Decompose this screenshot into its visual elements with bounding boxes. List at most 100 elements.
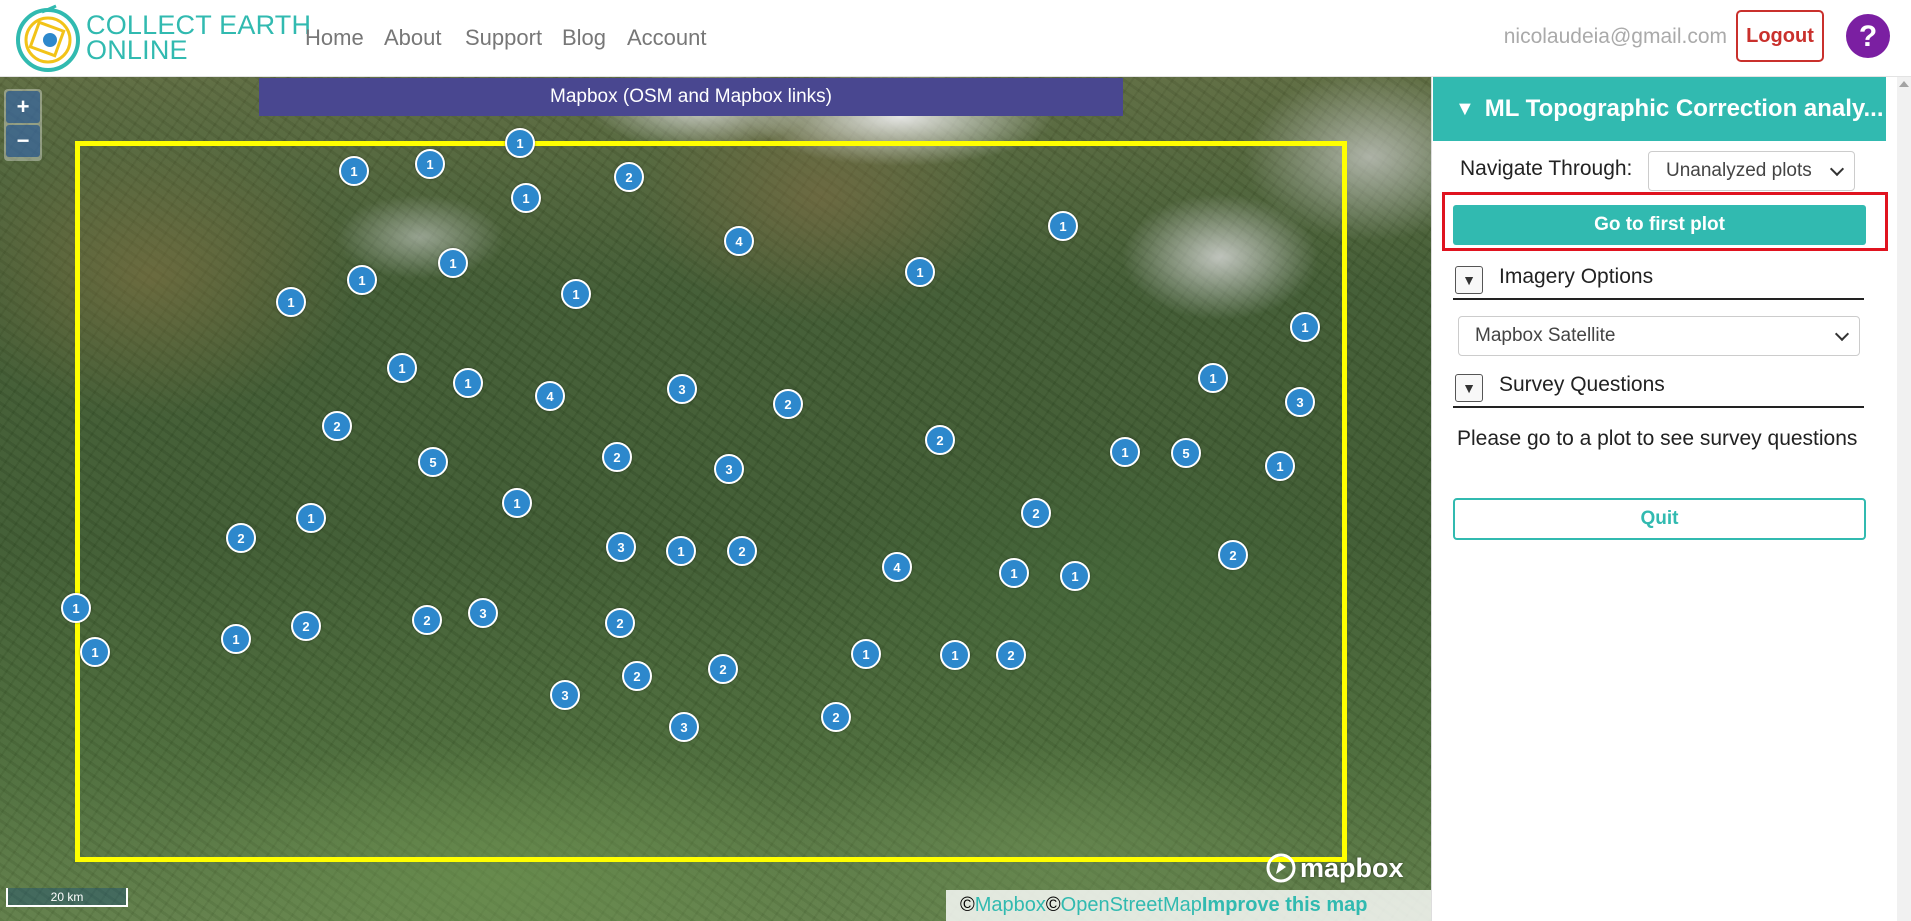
svg-text:?: ? bbox=[1859, 20, 1877, 53]
plot-cluster[interactable]: 2 bbox=[226, 523, 256, 553]
quit-button[interactable]: Quit bbox=[1453, 498, 1866, 540]
scroll-up-arrow-icon[interactable] bbox=[1899, 81, 1909, 87]
plot-cluster[interactable]: 1 bbox=[387, 353, 417, 383]
plot-cluster[interactable]: 1 bbox=[296, 503, 326, 533]
plot-cluster[interactable]: 1 bbox=[851, 639, 881, 669]
plot-cluster[interactable]: 1 bbox=[999, 558, 1029, 588]
plot-cluster[interactable]: 1 bbox=[940, 640, 970, 670]
brand-name[interactable]: COLLECT EARTH ONLINE bbox=[86, 12, 311, 64]
plot-cluster[interactable]: 1 bbox=[415, 149, 445, 179]
question-mark-icon[interactable]: ? bbox=[1845, 13, 1891, 59]
plot-cluster[interactable]: 1 bbox=[276, 287, 306, 317]
plot-cluster[interactable]: 5 bbox=[1171, 438, 1201, 468]
plot-cluster[interactable]: 2 bbox=[925, 425, 955, 455]
plot-cluster[interactable]: 1 bbox=[502, 488, 532, 518]
imagery-options-title: Imagery Options bbox=[1499, 265, 1654, 288]
survey-questions-title: Survey Questions bbox=[1499, 373, 1665, 396]
plot-cluster[interactable]: 1 bbox=[221, 624, 251, 654]
plot-cluster[interactable]: 2 bbox=[602, 442, 632, 472]
navigate-through-label: Navigate Through: bbox=[1460, 157, 1633, 180]
osm-attribution-link[interactable]: OpenStreetMap bbox=[1061, 894, 1202, 917]
map-scale-bar: 20 km bbox=[6, 888, 128, 907]
improve-map-link[interactable]: Improve this map bbox=[1202, 894, 1368, 917]
collapse-triangle-icon: ▼ bbox=[1455, 97, 1475, 120]
plot-cluster[interactable]: 2 bbox=[1021, 498, 1051, 528]
plot-cluster[interactable]: 3 bbox=[1285, 387, 1315, 417]
plot-cluster[interactable]: 1 bbox=[1110, 437, 1140, 467]
plot-cluster[interactable]: 3 bbox=[669, 712, 699, 742]
plot-cluster[interactable]: 2 bbox=[605, 608, 635, 638]
plot-cluster[interactable]: 1 bbox=[1290, 312, 1320, 342]
nav-about-link[interactable]: About bbox=[384, 25, 442, 51]
plot-cluster[interactable]: 1 bbox=[1198, 363, 1228, 393]
go-to-first-plot-button[interactable]: Go to first plot bbox=[1453, 205, 1866, 245]
imagery-options-section[interactable]: ▼ Imagery Options bbox=[1453, 260, 1864, 300]
satellite-map[interactable]: Mapbox (OSM and Mapbox links) + − 1 1 1 … bbox=[0, 77, 1431, 921]
logout-button[interactable]: Logout bbox=[1736, 10, 1824, 62]
imagery-select[interactable]: Mapbox Satellite bbox=[1458, 316, 1860, 356]
nav-account-link[interactable]: Account bbox=[627, 25, 707, 51]
project-title: ML Topographic Correction analy... bbox=[1484, 95, 1884, 122]
nav-blog-link[interactable]: Blog bbox=[562, 25, 606, 51]
map-attribution: © Mapbox © OpenStreetMap Improve this ma… bbox=[946, 890, 1431, 921]
expand-toggle-icon[interactable]: ▼ bbox=[1455, 266, 1483, 294]
plot-cluster[interactable]: 2 bbox=[291, 611, 321, 641]
plot-cluster[interactable]: 4 bbox=[535, 381, 565, 411]
mapbox-attribution-link[interactable]: Mapbox bbox=[975, 894, 1046, 917]
survey-placeholder-message: Please go to a plot to see survey questi… bbox=[1457, 427, 1858, 450]
zoom-out-button[interactable]: − bbox=[6, 125, 40, 157]
plot-cluster[interactable]: 3 bbox=[468, 598, 498, 628]
plot-cluster[interactable]: 1 bbox=[453, 368, 483, 398]
imagery-title-banner: Mapbox (OSM and Mapbox links) bbox=[259, 78, 1123, 116]
plot-cluster[interactable]: 1 bbox=[1265, 451, 1295, 481]
plot-cluster[interactable]: 2 bbox=[322, 411, 352, 441]
project-boundary bbox=[75, 141, 1347, 862]
plot-cluster[interactable]: 1 bbox=[438, 248, 468, 278]
plot-cluster[interactable]: 2 bbox=[412, 605, 442, 635]
plot-cluster[interactable]: 2 bbox=[1218, 540, 1248, 570]
navigate-through-select[interactable]: Unanalyzed plots bbox=[1648, 151, 1855, 191]
plot-cluster[interactable]: 1 bbox=[1048, 211, 1078, 241]
zoom-in-button[interactable]: + bbox=[6, 91, 40, 123]
plot-cluster[interactable]: 2 bbox=[727, 536, 757, 566]
plot-cluster[interactable]: 3 bbox=[667, 374, 697, 404]
project-title-header[interactable]: ▼ ML Topographic Correction analy... bbox=[1433, 77, 1886, 141]
mapbox-logo[interactable]: mapbox bbox=[1266, 852, 1404, 884]
plot-cluster[interactable]: 2 bbox=[622, 661, 652, 691]
plot-cluster[interactable]: 3 bbox=[550, 680, 580, 710]
plot-cluster[interactable]: 2 bbox=[996, 640, 1026, 670]
plot-cluster[interactable]: 1 bbox=[505, 128, 535, 158]
plot-cluster[interactable]: 3 bbox=[714, 454, 744, 484]
plot-cluster[interactable]: 1 bbox=[511, 183, 541, 213]
survey-questions-section[interactable]: ▼ Survey Questions bbox=[1453, 368, 1864, 408]
sidebar-scrollbar[interactable] bbox=[1897, 77, 1911, 921]
imagery-select-value: Mapbox Satellite bbox=[1475, 325, 1616, 346]
collect-earth-logo[interactable] bbox=[12, 2, 84, 74]
plot-cluster[interactable]: 1 bbox=[666, 536, 696, 566]
plot-cluster[interactable]: 2 bbox=[614, 162, 644, 192]
plot-cluster[interactable]: 3 bbox=[606, 532, 636, 562]
mapbox-icon bbox=[1266, 853, 1296, 883]
plot-cluster[interactable]: 2 bbox=[821, 702, 851, 732]
plot-cluster[interactable]: 1 bbox=[347, 265, 377, 295]
copyright-1: © bbox=[960, 894, 975, 916]
expand-toggle-icon[interactable]: ▼ bbox=[1455, 374, 1483, 402]
navigate-through-value: Unanalyzed plots bbox=[1666, 160, 1812, 181]
plot-cluster[interactable]: 1 bbox=[905, 257, 935, 287]
plot-cluster[interactable]: 1 bbox=[561, 279, 591, 309]
mapbox-logo-text: mapbox bbox=[1300, 852, 1404, 883]
plot-cluster[interactable]: 2 bbox=[773, 389, 803, 419]
plot-cluster[interactable]: 2 bbox=[708, 654, 738, 684]
plot-cluster[interactable]: 4 bbox=[724, 226, 754, 256]
plot-cluster[interactable]: 1 bbox=[80, 637, 110, 667]
plot-cluster[interactable]: 5 bbox=[418, 447, 448, 477]
plot-cluster[interactable]: 1 bbox=[339, 156, 369, 186]
copyright-2: © bbox=[1045, 894, 1061, 916]
plot-cluster[interactable]: 1 bbox=[1060, 561, 1090, 591]
nav-support-link[interactable]: Support bbox=[465, 25, 542, 51]
nav-home-link[interactable]: Home bbox=[305, 25, 364, 51]
plot-cluster[interactable]: 1 bbox=[61, 593, 91, 623]
zoom-control: + − bbox=[4, 89, 42, 161]
chevron-down-icon bbox=[1829, 161, 1845, 177]
plot-cluster[interactable]: 4 bbox=[882, 552, 912, 582]
